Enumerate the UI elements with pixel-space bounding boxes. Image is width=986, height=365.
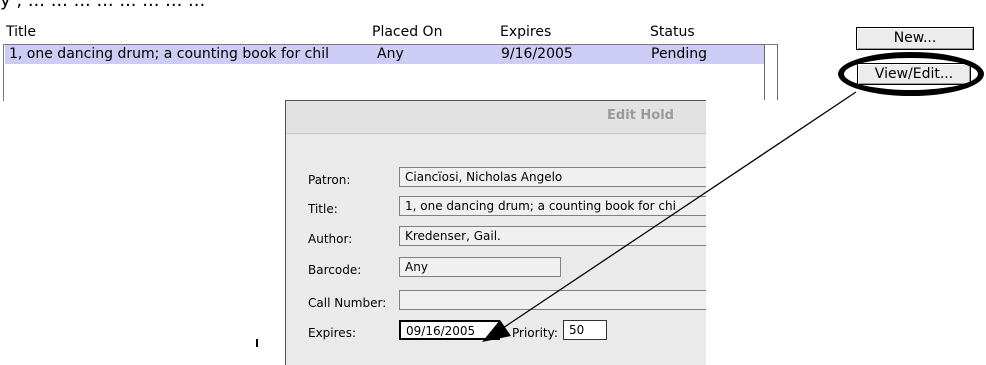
annotation-arrow xyxy=(482,91,857,342)
arrow-line xyxy=(493,91,857,335)
arrowhead-icon xyxy=(482,320,511,342)
